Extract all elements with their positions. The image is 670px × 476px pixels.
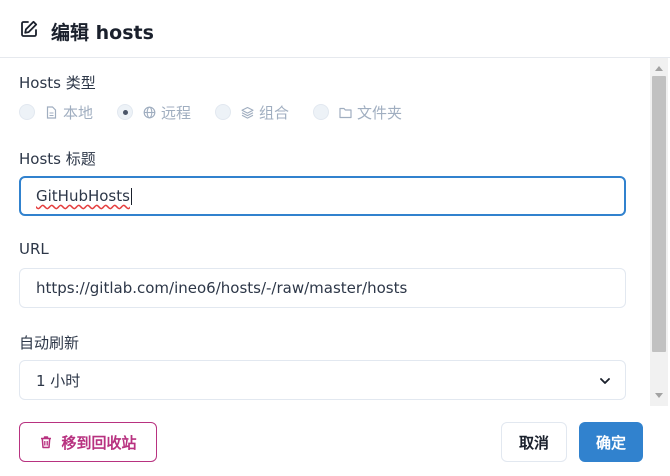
- radio-button[interactable]: [19, 104, 35, 120]
- edit-icon: [21, 20, 38, 37]
- trash-icon: [41, 436, 52, 449]
- auto-refresh-select[interactable]: 1 小时: [19, 360, 626, 400]
- radio-button[interactable]: [313, 104, 330, 120]
- hosts-title-input[interactable]: GitHubHosts: [19, 176, 626, 216]
- layers-icon: [241, 106, 254, 119]
- radio-option-local[interactable]: 本地: [19, 102, 93, 123]
- auto-refresh-label: 自动刷新: [19, 334, 80, 352]
- scroll-up-arrow-icon[interactable]: [655, 66, 663, 71]
- dialog-header: 编辑 hosts: [0, 0, 670, 58]
- move-to-trash-label: 移到回收站: [61, 433, 137, 452]
- radio-option-label: 组合: [259, 103, 290, 122]
- dialog-body: Hosts 类型 本地 远程 组合 文件夹 Hosts 标题 GitHubHos…: [0, 58, 650, 406]
- file-icon: [46, 105, 57, 119]
- vertical-scrollbar[interactable]: [650, 58, 668, 406]
- move-to-trash-button[interactable]: 移到回收站: [19, 422, 157, 462]
- chevron-down-icon: [600, 378, 610, 384]
- radio-button-selected[interactable]: [117, 104, 134, 120]
- scrollbar-thumb[interactable]: [652, 76, 666, 352]
- radio-option-label: 文件夹: [357, 103, 403, 122]
- hosts-title-value: GitHubHosts: [36, 187, 130, 205]
- url-label: URL: [19, 240, 49, 258]
- radio-option-label: 远程: [161, 103, 192, 122]
- auto-refresh-value: 1 小时: [36, 371, 81, 390]
- radio-option-folder[interactable]: 文件夹: [313, 102, 402, 123]
- radio-button[interactable]: [215, 104, 232, 120]
- text-caret: [130, 187, 132, 205]
- url-value: https://gitlab.com/ineo6/hosts/-/raw/mas…: [36, 279, 408, 297]
- hosts-type-radio-group: 本地 远程 组合 文件夹: [19, 102, 426, 122]
- globe-icon: [143, 106, 156, 118]
- confirm-button[interactable]: 确定: [579, 422, 643, 462]
- confirm-label: 确定: [595, 433, 626, 452]
- radio-option-remote[interactable]: 远程: [117, 102, 191, 123]
- dialog-footer: 移到回收站 取消 确定: [0, 406, 670, 476]
- dialog-title: 编辑 hosts: [51, 22, 154, 44]
- radio-option-group[interactable]: 组合: [215, 102, 289, 123]
- hosts-title-label: Hosts 标题: [19, 150, 96, 168]
- cancel-button[interactable]: 取消: [501, 422, 567, 462]
- cancel-label: 取消: [518, 433, 549, 452]
- folder-icon: [339, 107, 352, 118]
- scroll-down-arrow-icon[interactable]: [655, 393, 663, 398]
- radio-option-label: 本地: [63, 103, 94, 122]
- url-input[interactable]: https://gitlab.com/ineo6/hosts/-/raw/mas…: [19, 268, 626, 308]
- hosts-type-label: Hosts 类型: [19, 74, 96, 92]
